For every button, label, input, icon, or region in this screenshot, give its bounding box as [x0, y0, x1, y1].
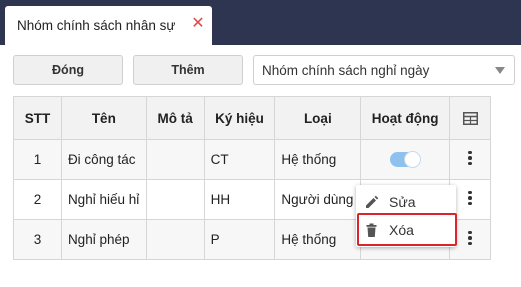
policy-group-select-value: Nhóm chính sách nghỉ ngày: [262, 62, 430, 78]
cell-description: [145, 139, 205, 180]
tab-nhom-chinh-sach[interactable]: Nhóm chính sách nhân sự ✕: [5, 6, 212, 45]
cell-type: Hệ thống: [274, 219, 362, 260]
add-button[interactable]: Thêm: [133, 55, 243, 85]
close-button[interactable]: Đóng: [13, 55, 123, 85]
cell-name: Đi công tác: [60, 139, 147, 180]
cell-actions: [449, 139, 491, 180]
edit-label: Sửa: [389, 194, 416, 210]
more-vertical-icon[interactable]: [467, 229, 473, 248]
header-description[interactable]: Mô tả: [145, 96, 205, 140]
header-type[interactable]: Loại: [274, 96, 362, 140]
more-vertical-icon[interactable]: [467, 189, 473, 208]
policy-group-select[interactable]: Nhóm chính sách nghỉ ngày: [253, 55, 515, 85]
cell-symbol: CT: [203, 139, 276, 180]
table-header-row: STT Tên Mô tả Ký hiệu Loại Hoạt động: [13, 96, 491, 140]
cell-stt: 3: [13, 219, 62, 260]
cell-symbol: HH: [203, 179, 276, 220]
cell-description: [145, 179, 205, 220]
close-icon[interactable]: ✕: [190, 16, 206, 32]
pencil-icon: [366, 195, 379, 208]
edit-menu-item[interactable]: Sửa: [356, 188, 456, 216]
cell-type: Hệ thống: [274, 139, 362, 180]
delete-menu-item[interactable]: Xóa: [356, 216, 456, 244]
header-columns[interactable]: [449, 96, 491, 140]
table-columns-icon[interactable]: [462, 112, 478, 126]
cell-description: [145, 219, 205, 260]
more-vertical-icon[interactable]: [467, 149, 473, 168]
cell-name: Nghỉ phép: [60, 219, 147, 260]
cell-stt: 1: [13, 139, 62, 180]
active-toggle[interactable]: [390, 151, 422, 169]
cell-type: Người dùng: [274, 179, 362, 220]
tab-label: Nhóm chính sách nhân sự: [17, 18, 176, 33]
chevron-down-icon: [495, 67, 505, 74]
table-row[interactable]: 1 Đi công tác CT Hệ thống: [13, 139, 491, 180]
cell-name: Nghỉ hiếu hỉ: [60, 179, 147, 220]
cell-symbol: P: [203, 219, 276, 260]
row-context-menu: Sửa Xóa: [356, 185, 456, 247]
header-name[interactable]: Tên: [60, 96, 147, 140]
trash-icon: [366, 223, 377, 237]
cell-active: [360, 139, 451, 180]
header-stt[interactable]: STT: [13, 96, 62, 140]
cell-stt: 2: [13, 179, 62, 220]
header-active[interactable]: Hoạt động: [360, 96, 451, 140]
delete-label: Xóa: [389, 222, 414, 238]
header-symbol[interactable]: Ký hiệu: [203, 96, 276, 140]
